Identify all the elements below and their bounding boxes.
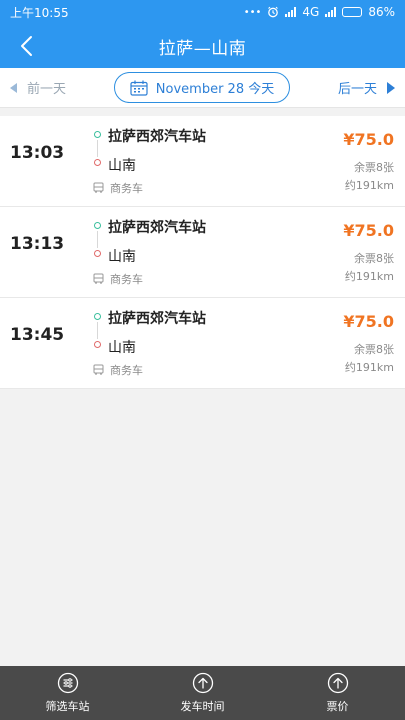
route-line bbox=[97, 140, 98, 157]
route-line bbox=[97, 322, 98, 339]
next-arrow-icon bbox=[387, 81, 395, 94]
trip-row[interactable]: 13:45 拉萨西郊汽车站 山南 商务车 ¥75.0 余票8张 约191km bbox=[0, 298, 405, 389]
status-icons: ••• 4G 86% bbox=[244, 5, 395, 19]
sort-by-price-button[interactable]: 票价 bbox=[270, 666, 405, 720]
calendar-icon bbox=[130, 80, 148, 96]
filter-icon bbox=[57, 672, 78, 694]
origin-station: 拉萨西郊汽车站 bbox=[108, 220, 206, 236]
bus-type: 商务车 bbox=[110, 182, 143, 195]
next-day-label: 后一天 bbox=[337, 82, 377, 97]
trip-row[interactable]: 13:03 拉萨西郊汽车站 山南 商务车 ¥75.0 余票8张 约191km bbox=[0, 116, 405, 207]
back-arrow-icon bbox=[21, 36, 32, 56]
origin-station: 拉萨西郊汽车站 bbox=[108, 129, 206, 145]
origin-station: 拉萨西郊汽车站 bbox=[108, 311, 206, 327]
ticket-price: ¥75.0 bbox=[343, 312, 394, 331]
origin-dot-icon bbox=[94, 313, 101, 320]
battery-icon bbox=[342, 7, 363, 17]
destination-station: 山南 bbox=[108, 249, 136, 265]
title-bar: 拉萨—山南 bbox=[0, 24, 405, 68]
departure-time: 13:03 bbox=[10, 143, 65, 163]
sort-by-time-label: 发车时间 bbox=[180, 700, 225, 713]
origin-dot-icon bbox=[94, 222, 101, 229]
prev-day-button[interactable]: 前一天 bbox=[10, 78, 66, 97]
status-bar: 上午10:55 ••• 4G 86% bbox=[0, 0, 405, 24]
tickets-left: 余票8张 bbox=[354, 161, 394, 174]
sort-by-price-label: 票价 bbox=[326, 700, 349, 713]
status-time: 上午10:55 bbox=[10, 5, 69, 20]
destination-station: 山南 bbox=[108, 340, 136, 356]
prev-day-label: 前一天 bbox=[27, 82, 67, 97]
battery-percent: 86% bbox=[368, 5, 395, 19]
bus-icon bbox=[93, 182, 104, 193]
departure-time: 13:13 bbox=[10, 234, 65, 254]
back-button[interactable] bbox=[12, 32, 40, 60]
route-line bbox=[97, 231, 98, 248]
sort-by-time-button[interactable]: 发车时间 bbox=[135, 666, 270, 720]
filter-station-button[interactable]: 筛选车站 bbox=[0, 666, 135, 720]
destination-dot-icon bbox=[94, 341, 101, 348]
next-day-button[interactable]: 后一天 bbox=[338, 78, 395, 97]
trip-list: 13:03 拉萨西郊汽车站 山南 商务车 ¥75.0 余票8张 约191km 1… bbox=[0, 116, 405, 389]
destination-station: 山南 bbox=[108, 158, 136, 174]
up-circle-icon bbox=[327, 672, 348, 694]
destination-dot-icon bbox=[94, 250, 101, 257]
ticket-price: ¥75.0 bbox=[343, 221, 394, 240]
origin-dot-icon bbox=[94, 131, 101, 138]
bus-icon bbox=[93, 273, 104, 284]
tickets-left: 余票8张 bbox=[354, 343, 394, 356]
more-dots: ••• bbox=[243, 6, 262, 18]
page-title: 拉萨—山南 bbox=[158, 38, 247, 59]
prev-arrow-icon bbox=[10, 82, 17, 93]
network-type: 4G bbox=[302, 5, 320, 19]
bottom-toolbar: 筛选车站 发车时间 票价 bbox=[0, 666, 405, 720]
signal-icon-2 bbox=[325, 7, 337, 17]
date-selector[interactable]: November 28 今天 bbox=[114, 72, 290, 103]
bus-icon bbox=[93, 364, 104, 375]
departure-time: 13:45 bbox=[10, 325, 65, 345]
up-circle-icon bbox=[192, 672, 213, 694]
ticket-price: ¥75.0 bbox=[343, 130, 394, 149]
bus-type: 商务车 bbox=[110, 364, 143, 377]
destination-dot-icon bbox=[94, 159, 101, 166]
distance: 约191km bbox=[344, 361, 394, 374]
signal-icon bbox=[285, 7, 297, 17]
distance: 约191km bbox=[344, 179, 394, 192]
bus-type: 商务车 bbox=[110, 273, 143, 286]
filter-station-label: 筛选车站 bbox=[45, 700, 90, 713]
alarm-icon bbox=[268, 6, 279, 18]
date-bar: 前一天 November 28 今天 后一天 bbox=[0, 68, 405, 108]
tickets-left: 余票8张 bbox=[354, 252, 394, 265]
date-label: November 28 今天 bbox=[155, 82, 275, 97]
trip-row[interactable]: 13:13 拉萨西郊汽车站 山南 商务车 ¥75.0 余票8张 约191km bbox=[0, 207, 405, 298]
distance: 约191km bbox=[344, 270, 394, 283]
